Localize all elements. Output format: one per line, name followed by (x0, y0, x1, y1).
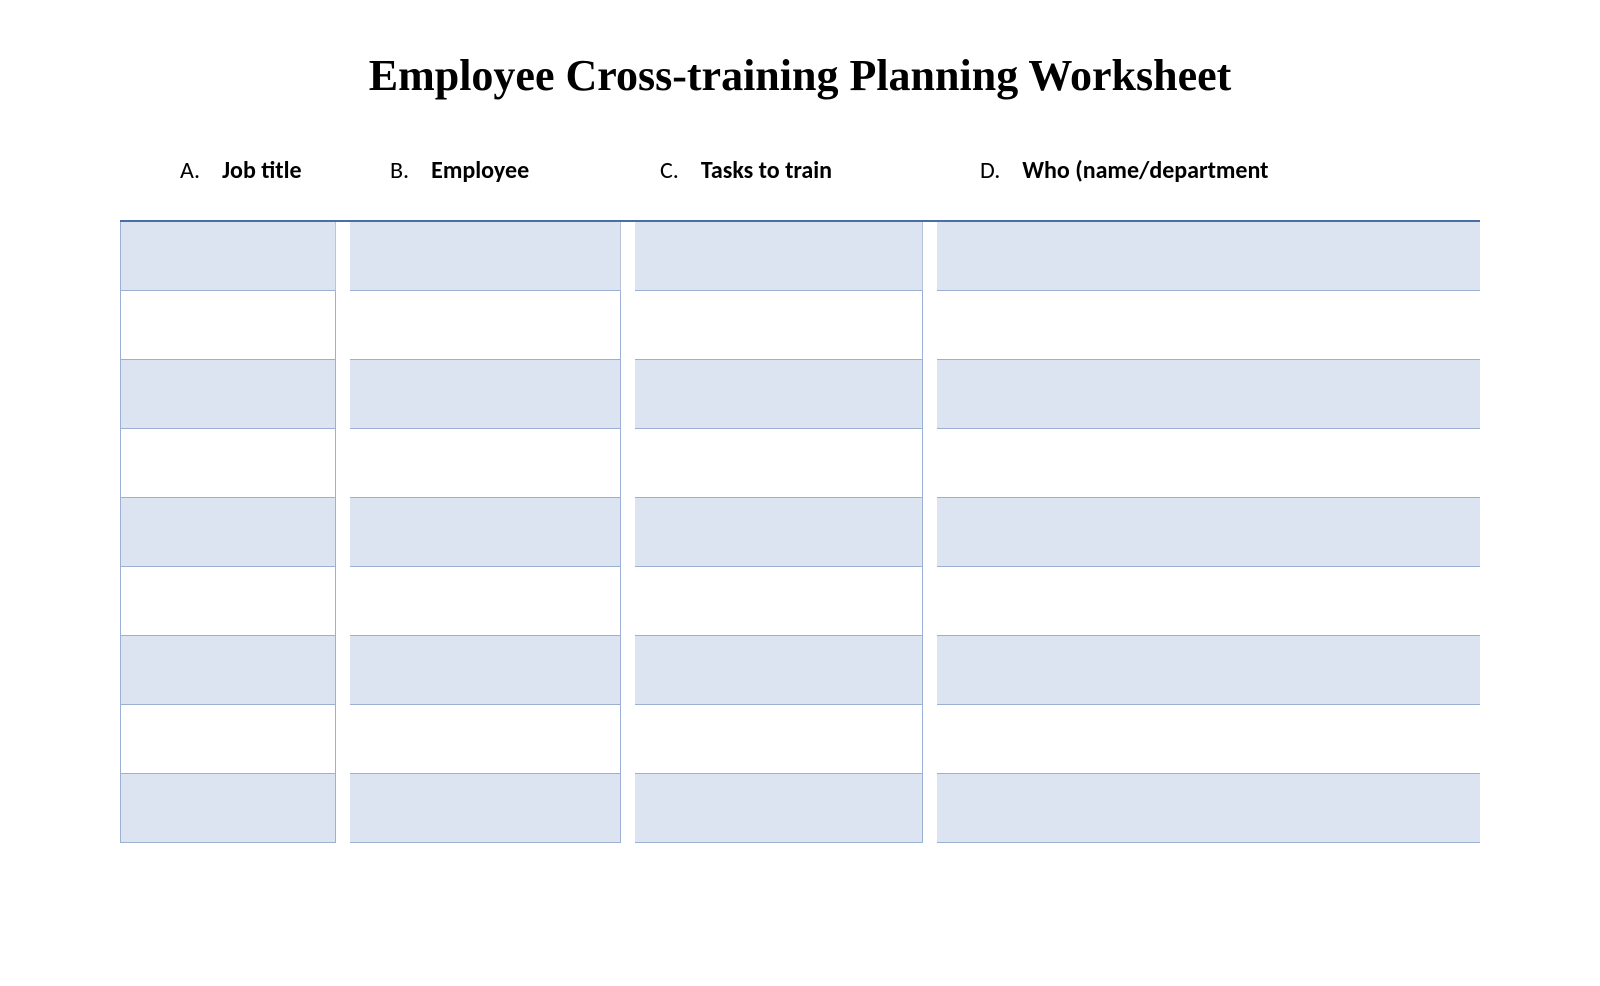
column-letter-a: A. (180, 156, 200, 185)
table-row (120, 498, 1480, 567)
cell (937, 636, 1480, 705)
cell (350, 498, 621, 567)
column-label-c: Tasks to train (701, 156, 832, 185)
cell (635, 774, 923, 843)
table-row (120, 705, 1480, 774)
cell (635, 498, 923, 567)
cell (937, 498, 1480, 567)
cell (120, 774, 336, 843)
cell (635, 291, 923, 360)
column-letter-d: D. (980, 156, 1000, 185)
table-row (120, 291, 1480, 360)
cell (635, 705, 923, 774)
column-letter-b: B. (390, 156, 409, 185)
table-row (120, 429, 1480, 498)
cell (350, 567, 621, 636)
cell (120, 291, 336, 360)
cell (635, 567, 923, 636)
cell (937, 291, 1480, 360)
cell (120, 705, 336, 774)
cell (350, 429, 621, 498)
column-header-a: A. Job title (180, 156, 390, 185)
column-headers-row: A. Job title B. Employee C. Tasks to tra… (120, 156, 1480, 185)
table-row (120, 360, 1480, 429)
cell (635, 429, 923, 498)
cell (635, 636, 923, 705)
cell (350, 705, 621, 774)
cell (120, 360, 336, 429)
table-row (120, 222, 1480, 291)
cell (120, 222, 336, 291)
cell (350, 636, 621, 705)
cell (120, 429, 336, 498)
cell (937, 705, 1480, 774)
worksheet-table (120, 220, 1480, 843)
worksheet-title: Employee Cross-training Planning Workshe… (120, 50, 1480, 101)
column-header-d: D. Who (name/department (980, 156, 1360, 185)
cell (350, 360, 621, 429)
cell (120, 567, 336, 636)
cell (937, 222, 1480, 291)
table-row (120, 774, 1480, 843)
cell (120, 498, 336, 567)
column-header-b: B. Employee (390, 156, 660, 185)
table-row (120, 567, 1480, 636)
column-label-b: Employee (431, 156, 529, 185)
column-header-c: C. Tasks to train (660, 156, 980, 185)
table-row (120, 636, 1480, 705)
cell (350, 774, 621, 843)
cell (635, 222, 923, 291)
cell (350, 222, 621, 291)
column-label-a: Job title (222, 156, 302, 185)
cell (350, 291, 621, 360)
column-letter-c: C. (660, 156, 679, 185)
cell (120, 636, 336, 705)
cell (937, 360, 1480, 429)
cell (937, 429, 1480, 498)
cell (937, 567, 1480, 636)
cell (635, 360, 923, 429)
cell (937, 774, 1480, 843)
column-label-d: Who (name/department (1022, 156, 1268, 185)
